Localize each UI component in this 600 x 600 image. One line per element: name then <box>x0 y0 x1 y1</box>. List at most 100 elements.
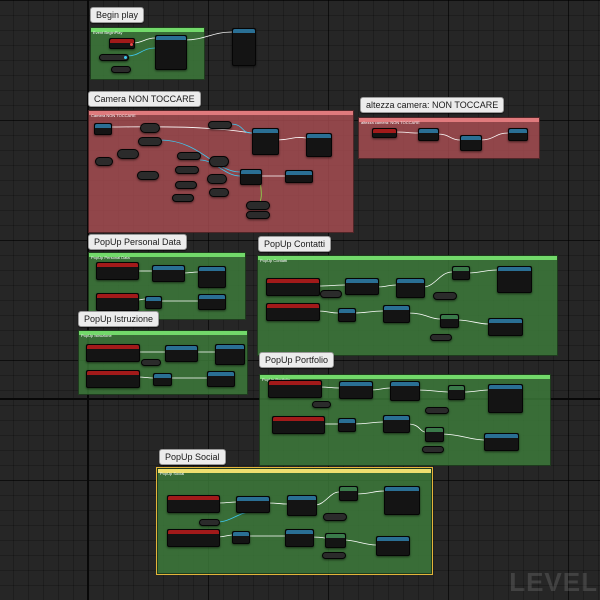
function-node[interactable] <box>488 318 523 336</box>
event-node[interactable] <box>266 303 320 321</box>
comment-bubble-camera[interactable]: Camera NON TOCCARE <box>88 91 201 107</box>
function-node[interactable] <box>287 495 317 516</box>
variable-node[interactable] <box>111 66 131 73</box>
variable-node[interactable] <box>425 407 449 414</box>
function-node[interactable] <box>215 344 245 365</box>
event-node[interactable] <box>167 529 220 547</box>
node-header <box>233 532 249 536</box>
variable-node[interactable] <box>322 552 346 559</box>
comment-bubble-social[interactable]: PopUp Social <box>159 449 226 465</box>
function-node[interactable] <box>198 294 226 310</box>
variable-node[interactable] <box>422 446 444 453</box>
function-node[interactable] <box>488 384 523 413</box>
node-header <box>156 36 186 40</box>
function-node[interactable] <box>94 123 112 135</box>
exec-wire <box>355 490 385 495</box>
function-node[interactable] <box>497 266 532 293</box>
function-node[interactable] <box>339 486 358 501</box>
node-header <box>97 294 138 298</box>
variable-node[interactable] <box>209 156 229 167</box>
variable-node[interactable] <box>141 359 161 366</box>
function-node[interactable] <box>338 308 356 322</box>
function-node[interactable] <box>152 265 185 282</box>
event-node[interactable] <box>272 416 325 434</box>
function-node[interactable] <box>390 381 420 401</box>
variable-node[interactable] <box>209 188 229 197</box>
variable-node[interactable] <box>433 292 457 300</box>
function-node[interactable] <box>339 381 373 399</box>
variable-node[interactable] <box>137 171 159 180</box>
function-node[interactable] <box>448 385 465 400</box>
function-node[interactable] <box>383 415 410 433</box>
variable-node[interactable] <box>175 181 197 189</box>
variable-node[interactable] <box>95 157 113 166</box>
event-node[interactable] <box>167 495 220 513</box>
variable-node[interactable] <box>138 137 162 146</box>
data-pin[interactable] <box>124 56 127 59</box>
function-node[interactable] <box>452 266 470 280</box>
event-node[interactable] <box>372 128 397 138</box>
event-node[interactable] <box>266 278 320 296</box>
variable-node[interactable] <box>172 194 194 202</box>
function-node[interactable] <box>396 278 425 298</box>
function-node[interactable] <box>460 135 482 151</box>
comment-bubble-contatti[interactable]: PopUp Contatti <box>258 236 332 252</box>
variable-node[interactable] <box>117 149 139 159</box>
function-node[interactable] <box>198 266 226 288</box>
event-begin-play-node[interactable] <box>109 38 135 49</box>
function-node[interactable] <box>440 314 459 328</box>
comment-bubble-begin-play[interactable]: Begin play <box>90 7 145 23</box>
function-node[interactable] <box>345 278 379 295</box>
node-header <box>346 279 378 283</box>
function-node[interactable] <box>425 427 444 442</box>
variable-node[interactable] <box>208 121 232 129</box>
function-node[interactable] <box>165 345 198 362</box>
exec-wire <box>407 423 426 433</box>
variable-node[interactable] <box>199 519 220 526</box>
variable-node[interactable] <box>207 174 227 184</box>
function-node[interactable] <box>240 169 262 185</box>
exec-wire <box>436 133 461 141</box>
function-node[interactable] <box>232 531 250 544</box>
function-node[interactable] <box>232 28 256 66</box>
variable-node[interactable] <box>430 334 452 341</box>
function-node[interactable] <box>285 529 314 547</box>
event-node[interactable] <box>96 293 139 311</box>
variable-node[interactable] <box>312 401 331 408</box>
function-node[interactable] <box>484 433 519 451</box>
function-node[interactable] <box>376 536 410 556</box>
function-node[interactable] <box>252 128 279 155</box>
function-node[interactable] <box>285 170 313 183</box>
variable-node[interactable] <box>246 201 270 210</box>
comment-bubble-altezza-camera[interactable]: altezza camera: NON TOCCARE <box>360 97 505 113</box>
function-node[interactable] <box>145 296 162 309</box>
exec-pin[interactable] <box>130 43 133 46</box>
variable-node[interactable] <box>99 54 129 61</box>
function-node[interactable] <box>153 373 172 386</box>
function-node[interactable] <box>207 371 235 387</box>
variable-node[interactable] <box>323 513 347 521</box>
function-node[interactable] <box>306 133 332 157</box>
function-node[interactable] <box>384 486 420 515</box>
variable-node[interactable] <box>177 152 201 160</box>
function-node[interactable] <box>508 128 528 141</box>
variable-node[interactable] <box>246 211 270 219</box>
comment-bubble-portfolio[interactable]: PopUp Portfolio <box>259 352 335 368</box>
function-node[interactable] <box>325 533 346 548</box>
function-node[interactable] <box>338 418 356 432</box>
variable-node[interactable] <box>175 166 199 174</box>
node-header <box>340 382 372 386</box>
event-node[interactable] <box>86 370 140 388</box>
comment-bubble-personal-data[interactable]: PopUp Personal Data <box>88 234 188 250</box>
function-node[interactable] <box>155 35 187 70</box>
variable-node[interactable] <box>320 290 342 298</box>
function-node[interactable] <box>418 128 439 141</box>
event-node[interactable] <box>268 380 322 398</box>
event-node[interactable] <box>96 262 139 280</box>
comment-bubble-istruzione[interactable]: PopUp Istruzione <box>78 311 160 327</box>
variable-node[interactable] <box>140 123 160 133</box>
function-node[interactable] <box>383 305 410 323</box>
node-header <box>340 487 357 491</box>
function-node[interactable] <box>236 496 270 513</box>
event-node[interactable] <box>86 344 140 362</box>
